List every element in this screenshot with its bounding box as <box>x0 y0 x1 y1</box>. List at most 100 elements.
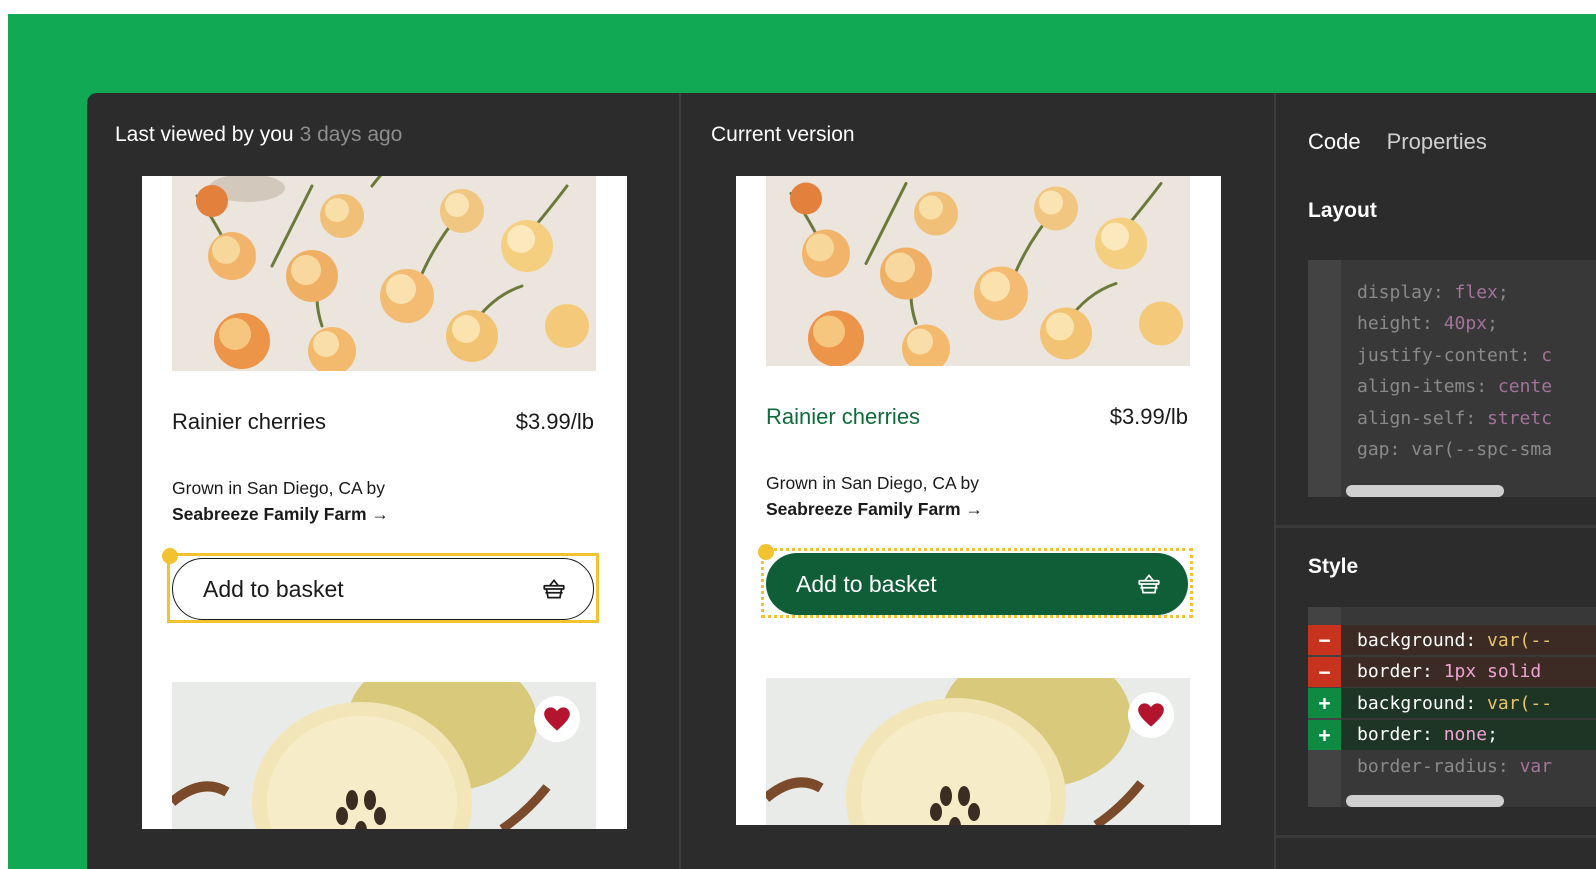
css-function: var(-- <box>1487 692 1553 714</box>
code-line: align-items: cente <box>1308 372 1596 402</box>
code-text: background: var(-- <box>1341 693 1552 714</box>
added-line: + border: none; <box>1308 719 1596 750</box>
code-line: border-radius: var <box>1308 751 1596 781</box>
last-viewed-label: Last viewed by you <box>115 123 294 146</box>
product-name: Rainier cherries <box>172 409 327 434</box>
heart-icon <box>1138 703 1164 727</box>
css-semicolon: ; <box>1487 313 1498 334</box>
cherries-image <box>172 176 596 371</box>
selection-handle[interactable] <box>758 544 774 560</box>
code-text: align-items: cente <box>1341 376 1552 397</box>
add-to-basket-label: Add to basket <box>796 570 937 597</box>
code-text: border: 1px solid <box>1341 661 1541 682</box>
css-property: align-items: <box>1357 376 1498 397</box>
code-line: align-self: stretc <box>1308 403 1596 433</box>
css-value: stretc <box>1487 407 1553 429</box>
code-text: display: flex; <box>1341 282 1509 303</box>
left-pane-title: Last viewed by you 3 days ago <box>115 123 402 147</box>
add-to-basket-button[interactable]: Add to basket <box>766 553 1188 615</box>
farm-link-label: Seabreeze Family Farm <box>172 504 367 524</box>
product-name: Rainier cherries <box>766 404 921 429</box>
stage-background: Last viewed by you 3 days ago Rainier ch… <box>8 14 1596 869</box>
minus-icon: − <box>1308 656 1341 687</box>
arrow-right-icon: → <box>965 499 983 519</box>
css-semicolon: ; <box>1497 281 1509 303</box>
minus-icon: − <box>1308 625 1341 655</box>
css-value: 1px solid <box>1443 661 1542 682</box>
css-property: display: <box>1357 281 1455 303</box>
css-property: background: <box>1357 629 1488 651</box>
selection-handle[interactable] <box>162 548 178 564</box>
product-card-current: Rainier cherries $3.99/lb Grown in San D… <box>736 176 1221 825</box>
code-line: justify-content: c <box>1308 340 1596 370</box>
css-property: justify-content: <box>1357 344 1542 366</box>
code-text: height: 40px; <box>1341 313 1498 334</box>
basket-icon <box>543 578 565 599</box>
diff-marker <box>1308 435 1341 465</box>
css-value: cente <box>1497 376 1553 397</box>
css-property: height: <box>1357 313 1444 334</box>
heart-icon <box>544 707 570 731</box>
section-divider <box>1276 835 1596 838</box>
code-line: gap: var(--spc-sma <box>1308 435 1596 465</box>
product-origin: Grown in San Diego, CA by <box>172 478 386 498</box>
horizontal-scrollbar[interactable] <box>1346 485 1504 497</box>
added-line: + background: var(-- <box>1308 688 1596 718</box>
farm-link[interactable]: Seabreeze Family Farm → <box>172 504 389 525</box>
css-property: border: <box>1357 661 1444 682</box>
removed-line: − border: 1px solid <box>1308 656 1596 687</box>
removed-line: − background: var(-- <box>1308 625 1596 655</box>
farm-link-label: Seabreeze Family Farm <box>766 499 961 519</box>
code-text: background: var(-- <box>1341 630 1552 651</box>
cherries-image <box>766 176 1190 366</box>
section-divider <box>1276 525 1596 528</box>
inspector-panel: Code Properties Layout display: flex; hei… <box>1276 93 1596 869</box>
pane-divider <box>679 93 681 869</box>
code-text: gap: var(--spc-sma <box>1341 439 1552 460</box>
css-function: var(-- <box>1487 629 1553 651</box>
pear-image <box>172 682 596 829</box>
add-to-basket-label: Add to basket <box>203 575 344 602</box>
css-property: border: <box>1357 724 1444 745</box>
css-value: none <box>1443 724 1488 745</box>
plus-icon: + <box>1308 688 1341 718</box>
farm-link[interactable]: Seabreeze Family Farm → <box>766 499 983 520</box>
css-property: border-radius: <box>1357 755 1520 777</box>
diff-marker <box>1308 277 1341 307</box>
tab-code[interactable]: Code <box>1308 129 1361 155</box>
diff-marker <box>1308 403 1341 433</box>
product-price: $3.99/lb <box>1109 404 1188 429</box>
code-line: height: 40px; <box>1308 309 1596 339</box>
diff-marker <box>1308 372 1341 402</box>
favorite-button[interactable] <box>534 696 580 742</box>
product-card-previous: Rainier cherries $3.99/lb Grown in San D… <box>142 176 627 829</box>
horizontal-scrollbar[interactable] <box>1346 795 1504 807</box>
tab-properties[interactable]: Properties <box>1387 129 1487 155</box>
basket-icon <box>1138 573 1160 594</box>
code-text: align-self: stretc <box>1341 408 1552 429</box>
favorite-button[interactable] <box>1128 692 1174 738</box>
plus-icon: + <box>1308 719 1341 750</box>
last-viewed-time: 3 days ago <box>299 123 403 146</box>
inspector-tabs: Code Properties <box>1308 129 1487 155</box>
css-value: flex <box>1454 281 1498 303</box>
product-price: $3.99/lb <box>515 409 594 434</box>
diff-marker <box>1308 751 1341 781</box>
css-value: 40px <box>1443 313 1488 334</box>
code-line: display: flex; <box>1308 277 1596 307</box>
css-value: var(--spc-sma <box>1411 439 1553 460</box>
code-text: border: none; <box>1341 724 1498 745</box>
arrow-right-icon: → <box>371 504 389 524</box>
center-pane-title: Current version <box>711 123 855 146</box>
css-value: var <box>1519 755 1553 777</box>
add-to-basket-button[interactable]: Add to basket <box>172 558 594 620</box>
diff-marker <box>1308 340 1341 370</box>
layout-code-block: display: flex; height: 40px; justify-conte… <box>1308 260 1596 497</box>
diff-marker <box>1308 309 1341 339</box>
css-property: gap: <box>1357 439 1412 460</box>
css-semicolon: ; <box>1487 724 1498 745</box>
css-property: align-self: <box>1357 407 1488 429</box>
code-text: border-radius: var <box>1341 756 1552 777</box>
layout-section-title: Layout <box>1308 199 1377 222</box>
css-value: c <box>1541 344 1553 366</box>
